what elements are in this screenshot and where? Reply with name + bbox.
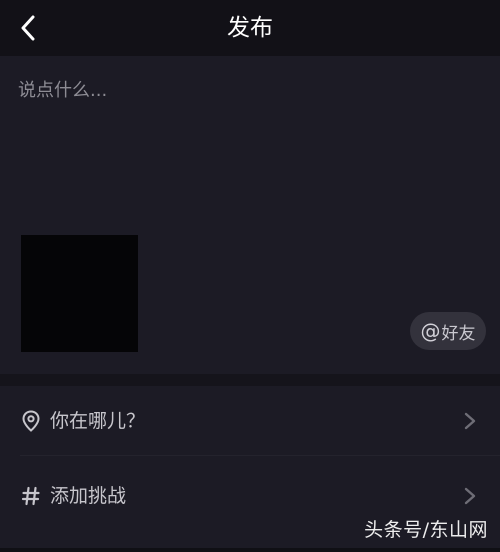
- bottom-edge: [0, 548, 500, 552]
- top-nav-bar: 发布: [0, 0, 500, 56]
- at-icon: @: [420, 319, 441, 343]
- row-divider: [20, 455, 500, 456]
- chevron-right-icon: [464, 412, 476, 430]
- add-challenge-label: 添加挑战: [50, 485, 127, 507]
- publish-screen: 发布 说点什么... @ 好友 你在哪儿？ 添加挑战 头条号/东山网: [0, 0, 500, 552]
- location-label: 你在哪儿？: [50, 410, 146, 432]
- section-divider: [0, 374, 500, 386]
- compose-area: 说点什么... @ 好友: [0, 56, 500, 374]
- watermark-text: 头条号/东山网: [364, 519, 488, 541]
- location-row[interactable]: 你在哪儿？: [0, 386, 500, 456]
- hashtag-icon: [20, 485, 42, 507]
- mention-friend-button[interactable]: @ 好友: [410, 312, 486, 350]
- chevron-right-icon: [464, 487, 476, 505]
- mention-friend-label: 好友: [441, 323, 476, 344]
- location-pin-icon: [20, 410, 42, 432]
- page-title: 发布: [227, 15, 273, 41]
- caption-input[interactable]: 说点什么...: [18, 76, 478, 106]
- media-thumbnail[interactable]: [21, 235, 138, 352]
